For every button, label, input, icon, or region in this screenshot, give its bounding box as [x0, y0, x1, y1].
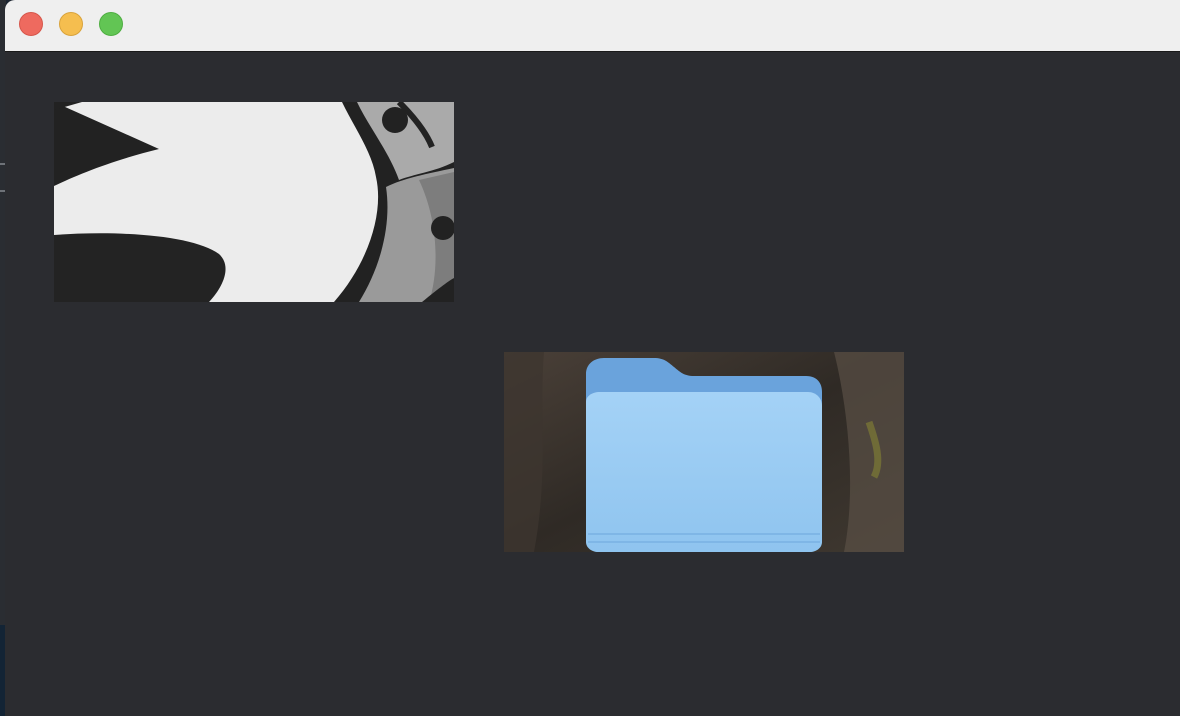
folder-icon [504, 352, 904, 552]
image-tile-bird[interactable] [54, 102, 454, 302]
image-tile-folder[interactable] [504, 352, 904, 552]
minimize-window-button[interactable] [59, 12, 83, 36]
close-window-button[interactable] [19, 12, 43, 36]
maximize-window-button[interactable] [99, 12, 123, 36]
app-window [5, 0, 1180, 716]
window-titlebar[interactable] [5, 0, 1180, 52]
window-content [5, 52, 1180, 716]
bird-gear-icon [54, 102, 454, 302]
